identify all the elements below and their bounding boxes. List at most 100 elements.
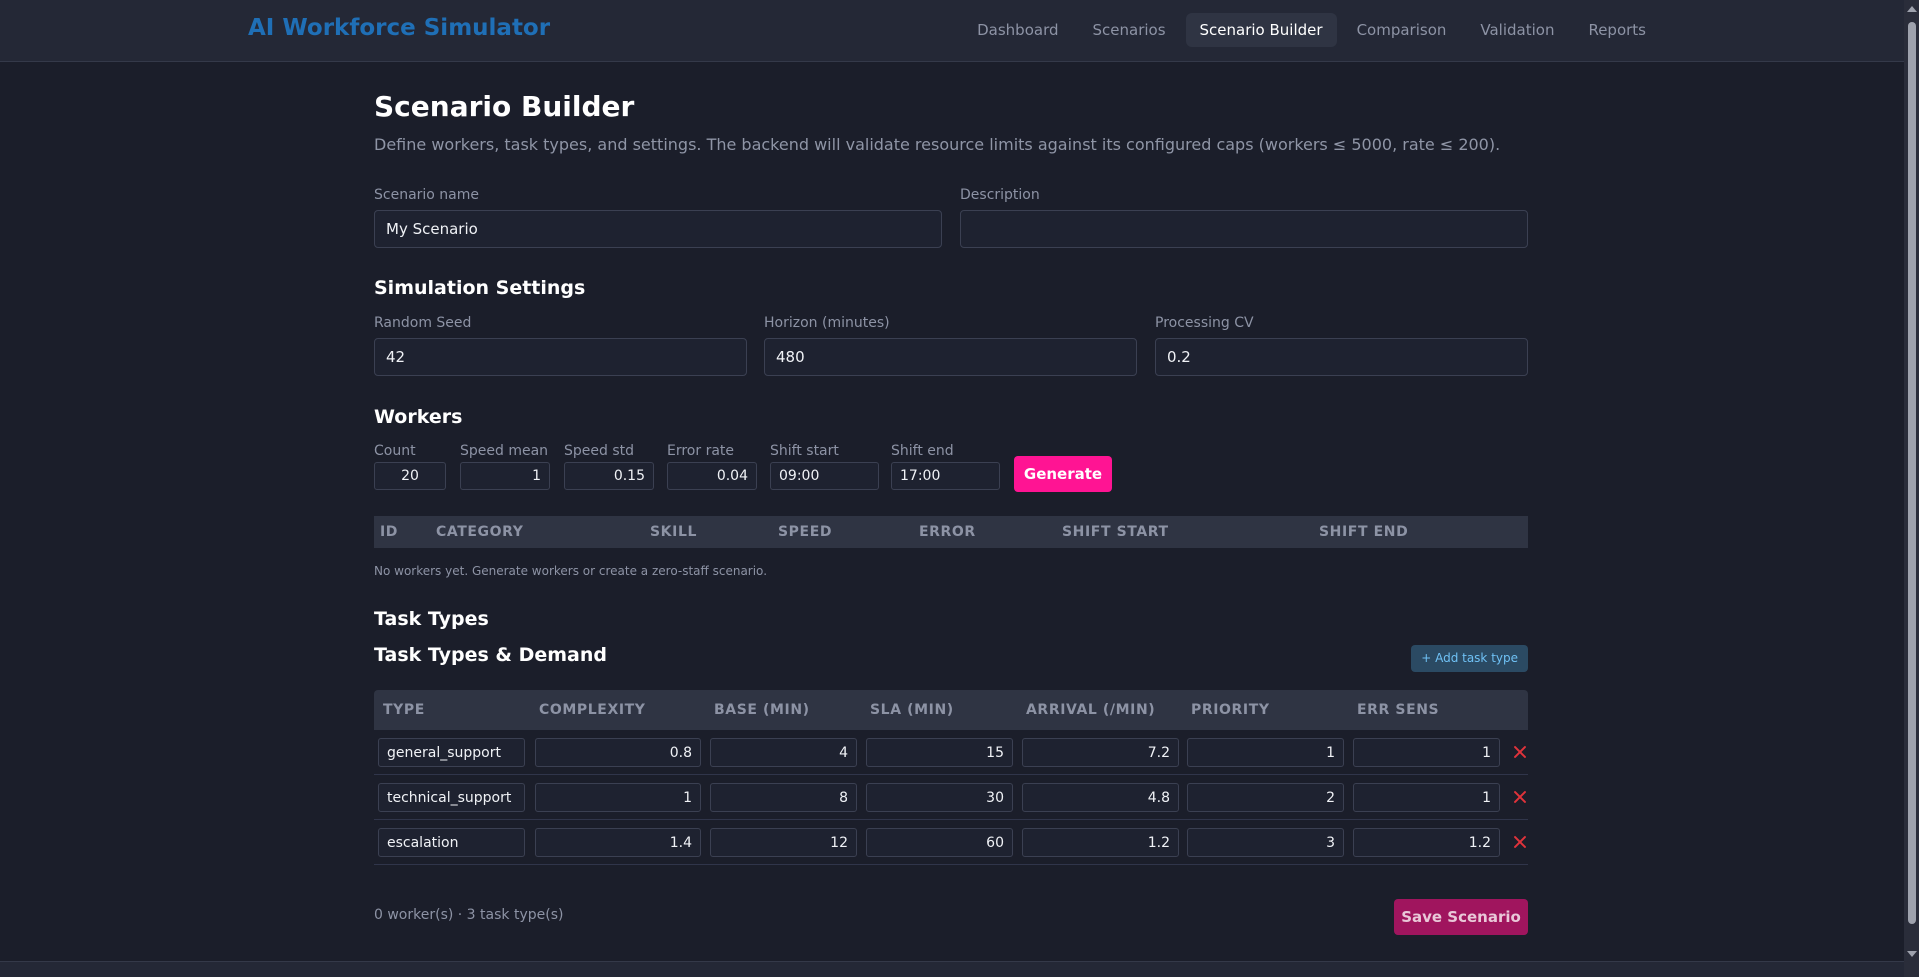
err-sens-input[interactable] <box>1353 828 1500 857</box>
base-minutes-input[interactable] <box>710 783 857 812</box>
simulation-settings-title: Simulation Settings <box>374 277 586 299</box>
save-scenario-button[interactable]: Save Scenario <box>1394 899 1528 935</box>
shift-start-input[interactable] <box>770 462 879 490</box>
task-type-input[interactable] <box>378 783 525 812</box>
add-task-type-button[interactable]: + Add task type <box>1411 645 1528 672</box>
speed-std-group: Speed std <box>564 443 654 490</box>
complexity-input[interactable] <box>535 738 701 767</box>
delete-row-icon[interactable] <box>1512 789 1528 805</box>
app-title[interactable]: AI Workforce Simulator <box>248 15 550 41</box>
page-scrollbar[interactable] <box>1904 0 1919 977</box>
sla-minutes-input[interactable] <box>866 828 1013 857</box>
delete-row-icon[interactable] <box>1512 834 1528 850</box>
err-sens-input[interactable] <box>1353 738 1500 767</box>
col-skill: SKILL <box>650 524 697 540</box>
arrival-rate-input[interactable] <box>1022 738 1179 767</box>
priority-input[interactable] <box>1187 828 1344 857</box>
task-row <box>374 730 1528 775</box>
workers-table-header: ID CATEGORY SKILL SPEED ERROR SHIFT STAR… <box>374 516 1528 548</box>
bottom-strip <box>0 961 1904 977</box>
nav-scenario-builder[interactable]: Scenario Builder <box>1185 13 1337 47</box>
complexity-input[interactable] <box>535 828 701 857</box>
task-row <box>374 775 1528 820</box>
col-error: ERROR <box>919 524 976 540</box>
task-types-table: TYPE COMPLEXITY BASE (MIN) SLA (MIN) ARR… <box>374 690 1528 865</box>
error-rate-input[interactable] <box>667 462 757 490</box>
generate-button[interactable]: Generate <box>1014 456 1112 492</box>
scroll-down-arrow-icon[interactable] <box>1907 951 1917 957</box>
base-minutes-input[interactable] <box>710 738 857 767</box>
scroll-up-arrow-icon[interactable] <box>1907 6 1917 12</box>
description-label: Description <box>960 187 1040 203</box>
arrival-rate-input[interactable] <box>1022 783 1179 812</box>
arrival-rate-input[interactable] <box>1022 828 1179 857</box>
task-type-input[interactable] <box>378 738 525 767</box>
col-sla: SLA (MIN) <box>870 702 954 718</box>
random-seed-group: Random Seed <box>374 315 747 376</box>
count-label: Count <box>374 443 416 459</box>
priority-input[interactable] <box>1187 783 1344 812</box>
nav-validation[interactable]: Validation <box>1466 13 1568 47</box>
horizon-group: Horizon (minutes) <box>764 315 1137 376</box>
speed-mean-label: Speed mean <box>460 443 549 459</box>
delete-row-icon[interactable] <box>1512 744 1528 760</box>
speed-mean-group: Speed mean <box>460 443 550 490</box>
processing-cv-input[interactable] <box>1155 338 1528 376</box>
workers-empty-note: No workers yet. Generate workers or crea… <box>374 564 768 578</box>
sla-minutes-input[interactable] <box>866 738 1013 767</box>
scenario-summary: 0 worker(s) · 3 task type(s) <box>374 907 564 923</box>
workers-title: Workers <box>374 406 463 428</box>
task-table-header: TYPE COMPLEXITY BASE (MIN) SLA (MIN) ARR… <box>374 690 1528 730</box>
nav-scenarios[interactable]: Scenarios <box>1079 13 1180 47</box>
col-priority: PRIORITY <box>1191 702 1270 718</box>
col-speed: SPEED <box>778 524 833 540</box>
nav-dashboard[interactable]: Dashboard <box>963 13 1072 47</box>
shift-end-input[interactable] <box>891 462 1000 490</box>
col-shift-start: SHIFT START <box>1062 524 1169 540</box>
col-category: CATEGORY <box>436 524 524 540</box>
scenario-name-input[interactable] <box>374 210 942 248</box>
col-complexity: COMPLEXITY <box>539 702 646 718</box>
random-seed-label: Random Seed <box>374 315 472 331</box>
speed-mean-input[interactable] <box>460 462 550 490</box>
err-sens-input[interactable] <box>1353 783 1500 812</box>
priority-input[interactable] <box>1187 738 1344 767</box>
shift-end-label: Shift end <box>891 443 954 459</box>
page-title: Scenario Builder <box>374 90 635 123</box>
col-shift-end: SHIFT END <box>1319 524 1409 540</box>
description-input[interactable] <box>960 210 1528 248</box>
nav-comparison[interactable]: Comparison <box>1343 13 1461 47</box>
col-type: TYPE <box>383 702 425 718</box>
count-input[interactable] <box>374 462 446 490</box>
base-minutes-input[interactable] <box>710 828 857 857</box>
random-seed-input[interactable] <box>374 338 747 376</box>
col-arrival: ARRIVAL (/MIN) <box>1026 702 1156 718</box>
error-rate-label: Error rate <box>667 443 735 459</box>
complexity-input[interactable] <box>535 783 701 812</box>
horizon-input[interactable] <box>764 338 1137 376</box>
page-description: Define workers, task types, and settings… <box>374 135 1501 154</box>
error-rate-group: Error rate <box>667 443 757 490</box>
nav-reports[interactable]: Reports <box>1574 13 1660 47</box>
horizon-label: Horizon (minutes) <box>764 315 890 331</box>
processing-cv-label: Processing CV <box>1155 315 1254 331</box>
scenario-name-label: Scenario name <box>374 187 480 203</box>
task-types-demand-title: Task Types & Demand <box>374 644 607 666</box>
main-nav: Dashboard Scenarios Scenario Builder Com… <box>963 13 1660 47</box>
task-row <box>374 820 1528 865</box>
sla-minutes-input[interactable] <box>866 783 1013 812</box>
scenario-name-group: Scenario name <box>374 187 942 248</box>
col-base: BASE (MIN) <box>714 702 810 718</box>
shift-end-group: Shift end <box>891 443 1000 490</box>
task-types-title: Task Types <box>374 608 489 630</box>
col-err-sens: ERR SENS <box>1357 702 1440 718</box>
shift-start-label: Shift start <box>770 443 839 459</box>
top-navbar: AI Workforce Simulator Dashboard Scenari… <box>0 0 1904 62</box>
scroll-thumb[interactable] <box>1908 22 1916 924</box>
description-group: Description <box>960 187 1528 248</box>
count-group: Count <box>374 443 446 490</box>
col-id: ID <box>380 524 399 540</box>
processing-cv-group: Processing CV <box>1155 315 1528 376</box>
speed-std-input[interactable] <box>564 462 654 490</box>
task-type-input[interactable] <box>378 828 525 857</box>
